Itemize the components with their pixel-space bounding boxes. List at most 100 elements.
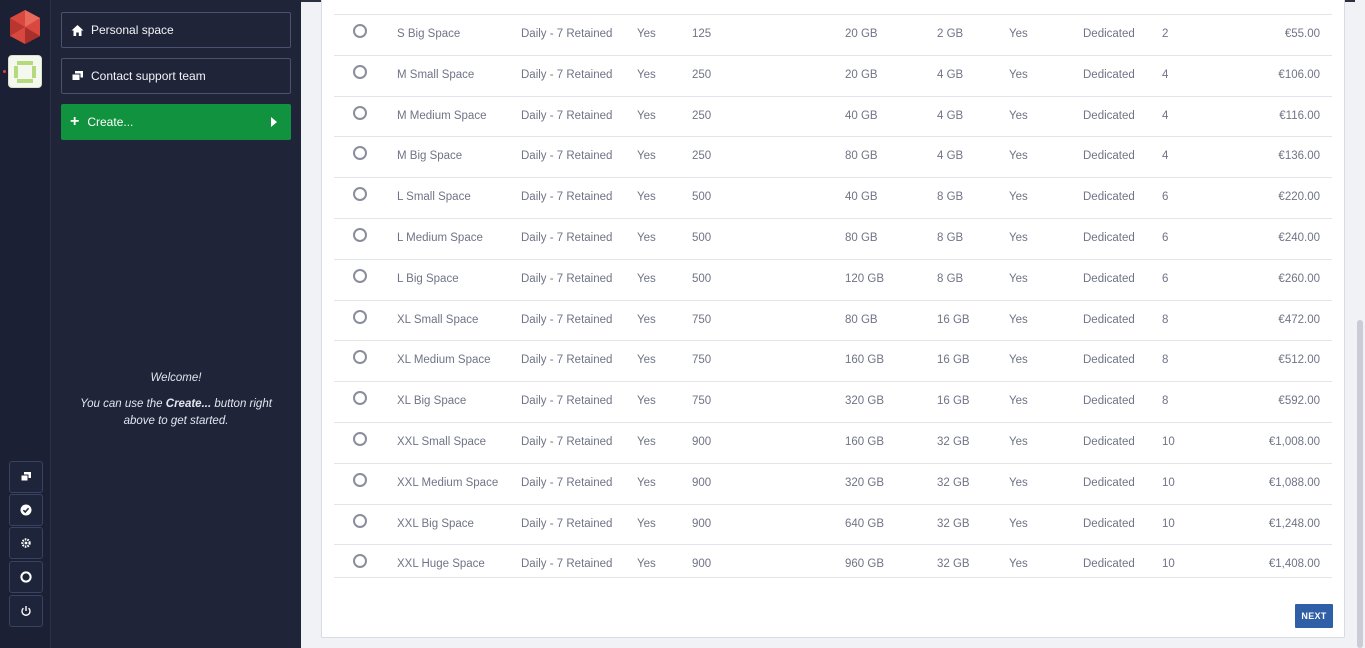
- table-row[interactable]: XL Big Space Daily - 7 Retained Yes 750 320 …: [334, 381, 1332, 422]
- cell-ram: 32 GB: [937, 476, 970, 489]
- settings-button[interactable]: [9, 527, 43, 559]
- help-button[interactable]: [9, 561, 43, 593]
- cell-name: XL Medium Space: [397, 354, 491, 367]
- cell-ssl: Yes: [637, 191, 656, 204]
- plan-radio[interactable]: [353, 309, 367, 324]
- table-row[interactable]: L Medium Space Daily - 7 Retained Yes 500 80…: [334, 218, 1332, 259]
- cell-storage: 160 GB: [845, 436, 884, 448]
- cell-users: 900: [692, 517, 712, 530]
- cell-ssl: Yes: [637, 436, 656, 448]
- cell-price: €1,248.00: [1268, 517, 1320, 530]
- cell-name: XXL Huge Space: [397, 558, 485, 571]
- table-row[interactable]: XXL Small Space Daily - 7 Retained Yes 900 1…: [334, 422, 1332, 463]
- cell-users: 750: [692, 313, 712, 326]
- plan-table-card: S Big Space Daily - 7 Retained Yes 125 20 GB…: [321, 0, 1345, 638]
- table-row[interactable]: XXL Big Space Daily - 7 Retained Yes 900 640…: [334, 503, 1332, 545]
- contact-support-label: Contact support team: [91, 69, 206, 83]
- welcome-title: Welcome!: [150, 372, 202, 384]
- cell-type: Dedicated: [1083, 313, 1135, 326]
- table-row[interactable]: XL Medium Space Daily - 7 Retained Yes 750 1…: [334, 340, 1332, 381]
- cell-ram: 8 GB: [937, 232, 964, 244]
- cell-ssl: Yes: [637, 354, 656, 367]
- page-scrollbar[interactable]: [1355, 0, 1365, 648]
- next-button[interactable]: NEXT: [1295, 604, 1333, 628]
- personal-space-button[interactable]: Personal space: [61, 12, 291, 48]
- cell-price: €260.00: [1278, 272, 1320, 285]
- plan-radio[interactable]: [353, 187, 367, 202]
- cell-users: 500: [692, 232, 712, 244]
- table-row[interactable]: S Big Space Daily - 7 Retained Yes 125 20 GB…: [334, 14, 1332, 55]
- plan-radio[interactable]: [353, 432, 367, 446]
- scrollbar-thumb[interactable]: [1357, 320, 1363, 648]
- logout-button[interactable]: [9, 595, 43, 627]
- cell-name: XL Big Space: [397, 395, 467, 408]
- tasks-button[interactable]: [9, 494, 43, 526]
- logo-icon[interactable]: [8, 9, 42, 45]
- create-button[interactable]: + Create...: [61, 104, 291, 140]
- cell-ssl: Yes: [637, 313, 656, 326]
- cell-cpu: 10: [1162, 476, 1175, 489]
- plan-radio[interactable]: [353, 24, 367, 38]
- cell-price: €592.00: [1278, 395, 1320, 408]
- cell-users: 500: [692, 272, 712, 285]
- personal-space-label: Personal space: [91, 23, 174, 37]
- windows-icon: [20, 472, 31, 482]
- power-icon: [21, 606, 31, 616]
- plan-radio[interactable]: [353, 268, 367, 283]
- table-row[interactable]: M Small Space Daily - 7 Retained Yes 250 20 …: [334, 54, 1332, 96]
- contact-support-button[interactable]: Contact support team: [61, 58, 291, 94]
- cell-ram: 4 GB: [937, 68, 964, 81]
- table-row[interactable]: XXL Huge Space Daily - 7 Retained Yes 900 96…: [334, 544, 1332, 585]
- cell-price: €512.00: [1278, 354, 1320, 367]
- cell-type: Dedicated: [1083, 517, 1135, 530]
- cell-name: L Small Space: [397, 191, 471, 204]
- cell-backup: Daily - 7 Retained: [521, 558, 613, 571]
- lifebuoy-icon: [20, 571, 32, 583]
- plan-radio[interactable]: [353, 391, 367, 406]
- space-avatar[interactable]: [8, 55, 42, 88]
- windows-button[interactable]: [9, 461, 43, 493]
- plan-radio[interactable]: [353, 146, 367, 161]
- cell-price: €1,088.00: [1268, 476, 1320, 489]
- sidebar-panel: Personal space Contact support team + Cr…: [51, 0, 301, 648]
- cell-ram: 16 GB: [937, 313, 970, 326]
- cell-name: XXL Big Space: [397, 517, 474, 530]
- cell-users: 250: [692, 68, 712, 81]
- cell-type: Dedicated: [1083, 395, 1135, 408]
- cell-cpu: 4: [1162, 109, 1169, 122]
- table-row[interactable]: XL Small Space Daily - 7 Retained Yes 750 80…: [334, 299, 1332, 341]
- cell-backup: Daily - 7 Retained: [521, 517, 613, 530]
- cell-ssl: Yes: [637, 109, 656, 122]
- plan-radio[interactable]: [353, 228, 367, 242]
- plan-radio[interactable]: [353, 350, 367, 365]
- cell-type: Dedicated: [1083, 232, 1135, 244]
- cell-storage: 120 GB: [845, 272, 884, 285]
- cell-storage: 320 GB: [845, 476, 884, 489]
- cell-type: Dedicated: [1083, 150, 1135, 163]
- cell-name: M Medium Space: [397, 109, 487, 122]
- table-row[interactable]: M Medium Space Daily - 7 Retained Yes 250 40…: [334, 95, 1332, 137]
- cell-support: Yes: [1009, 272, 1028, 285]
- plan-radio[interactable]: [353, 105, 367, 120]
- cell-backup: Daily - 7 Retained: [521, 436, 613, 448]
- cell-backup: Daily - 7 Retained: [521, 68, 613, 81]
- table-row[interactable]: XXL Medium Space Daily - 7 Retained Yes 900…: [334, 462, 1332, 504]
- windows-icon: [71, 70, 83, 81]
- table-row[interactable]: M Big Space Daily - 7 Retained Yes 250 80 GB…: [334, 136, 1332, 177]
- cell-users: 250: [692, 109, 712, 122]
- plan-radio[interactable]: [353, 64, 367, 79]
- plan-radio[interactable]: [353, 472, 367, 487]
- table-row[interactable]: L Big Space Daily - 7 Retained Yes 500 120 G…: [334, 258, 1332, 300]
- cell-type: Dedicated: [1083, 436, 1135, 448]
- cell-cpu: 8: [1162, 395, 1169, 408]
- cell-cpu: 6: [1162, 191, 1169, 204]
- cell-cpu: 8: [1162, 313, 1169, 326]
- cell-name: XXL Medium Space: [397, 476, 499, 489]
- plan-radio[interactable]: [353, 554, 367, 569]
- cell-support: Yes: [1009, 313, 1028, 326]
- table-row[interactable]: L Small Space Daily - 7 Retained Yes 500 40 …: [334, 177, 1332, 218]
- cell-cpu: 8: [1162, 354, 1169, 367]
- plan-radio[interactable]: [353, 513, 367, 528]
- cell-support: Yes: [1009, 150, 1028, 163]
- cell-backup: Daily - 7 Retained: [521, 476, 613, 489]
